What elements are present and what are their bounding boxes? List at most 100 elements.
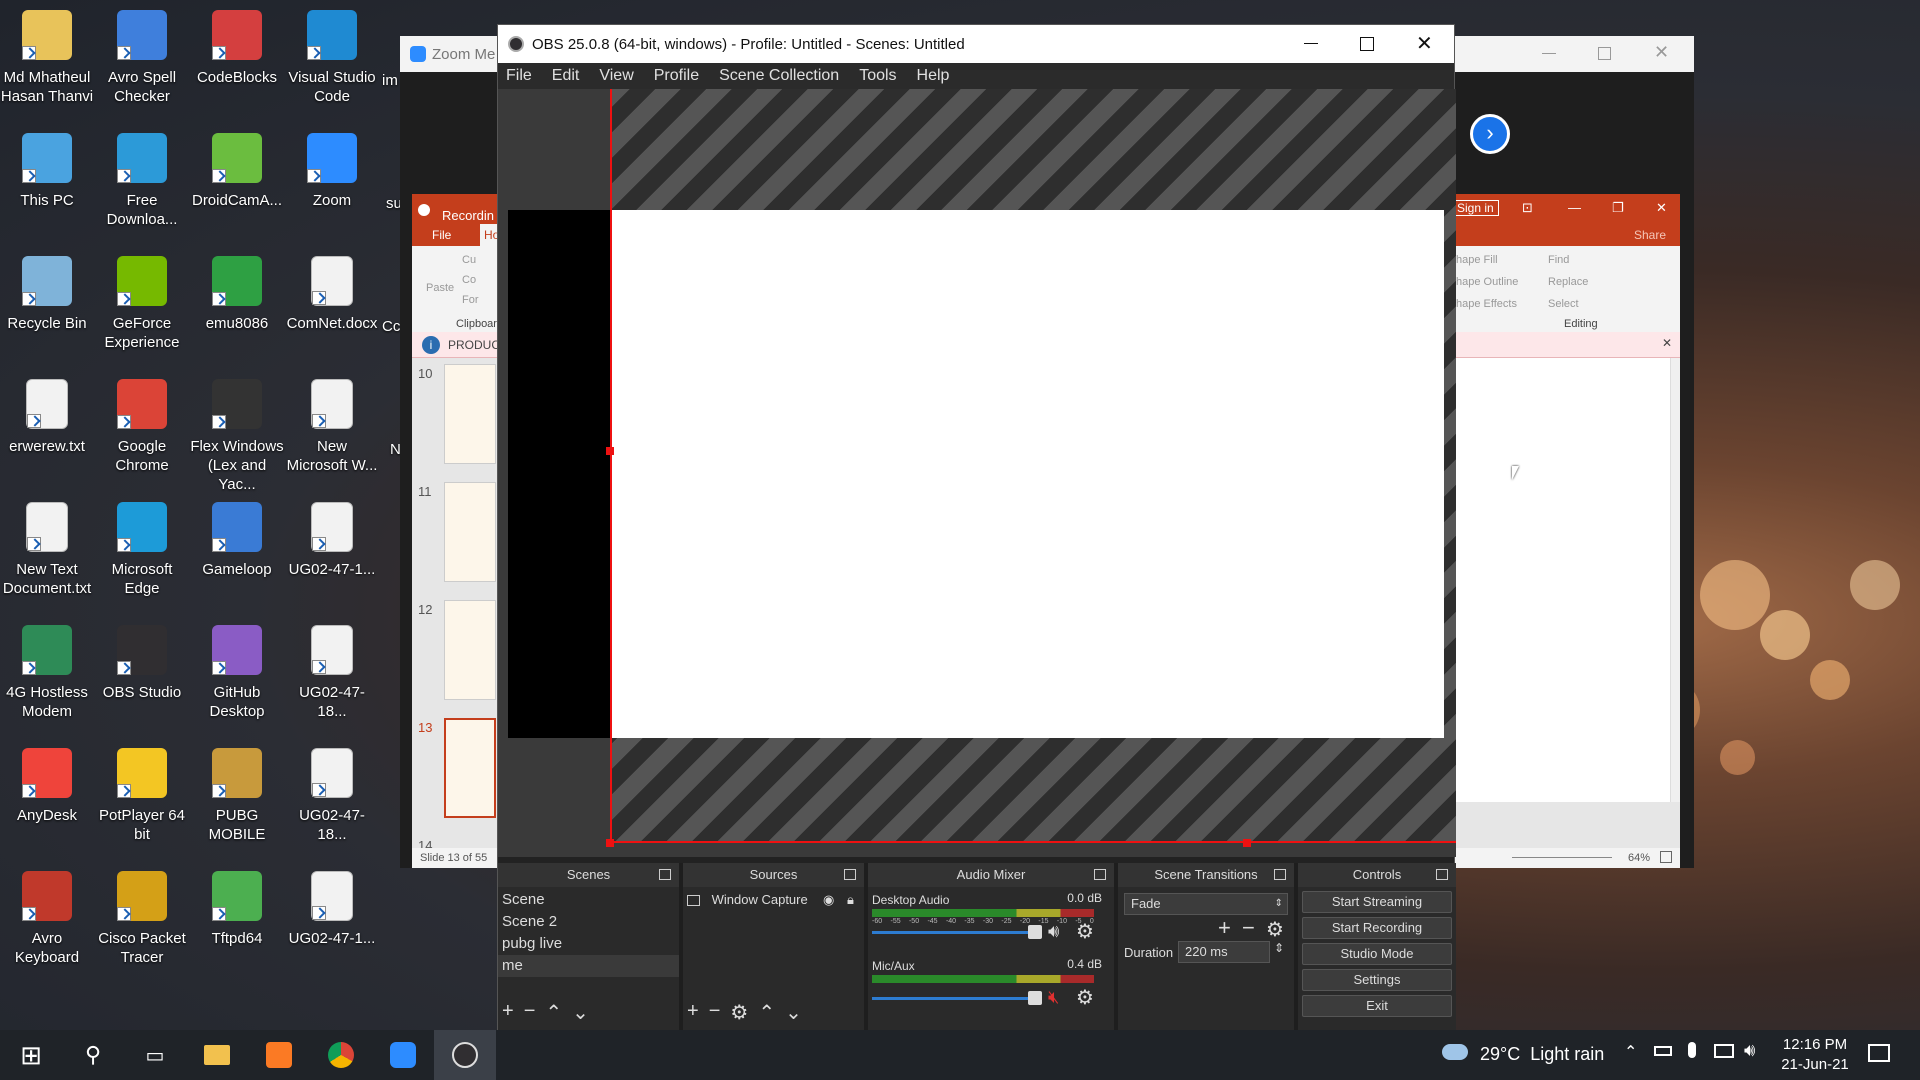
shape-fill-button[interactable]: hape Fill [1456, 254, 1498, 266]
move-up-icon[interactable]: ⌃ [545, 1000, 562, 1025]
source-item[interactable]: Window Capture ◉ 🔒︎ [683, 889, 864, 911]
desktop-icon[interactable]: Tftpd64 [190, 865, 284, 983]
menu-profile[interactable]: Profile [654, 67, 699, 85]
scene-item[interactable]: pubg live [498, 933, 679, 955]
start-button[interactable]: ⊞ [0, 1030, 62, 1080]
lock-icon[interactable]: 🔒︎ [847, 889, 854, 911]
desktop-icon[interactable]: Gameloop [190, 496, 284, 614]
undock-icon[interactable] [1436, 869, 1448, 880]
minimize-icon[interactable]: — [1568, 200, 1581, 215]
volume-slider[interactable] [872, 931, 1032, 934]
move-down-icon[interactable]: ⌄ [572, 1000, 589, 1025]
desktop-icon[interactable]: PotPlayer 64 bit [95, 742, 189, 860]
scene-item[interactable]: Scene [498, 889, 679, 911]
menu-edit[interactable]: Edit [552, 67, 580, 85]
chrome-icon[interactable] [310, 1030, 372, 1080]
replace-button[interactable]: Replace [1548, 276, 1588, 288]
search-icon[interactable]: ⚲ [62, 1030, 124, 1080]
resize-handle[interactable] [1243, 839, 1251, 847]
menu-view[interactable]: View [599, 67, 633, 85]
desktop-icon[interactable]: This PC [0, 127, 94, 245]
slide-thumbnail[interactable] [444, 364, 496, 464]
close-icon[interactable]: ✕ [1656, 200, 1667, 216]
gear-icon[interactable]: ⚙ [1076, 919, 1094, 944]
desktop-icon[interactable]: erwerew.txt [0, 373, 94, 491]
volume-icon[interactable]: 🔊︎ [1744, 1040, 1755, 1061]
desktop-icon[interactable]: Visual Studio Code [285, 4, 379, 122]
desktop-icon[interactable]: New Text Document.txt [0, 496, 94, 614]
start-recording-button[interactable]: Start Recording [1302, 917, 1452, 939]
zoom-level[interactable]: 64% [1628, 852, 1650, 864]
find-button[interactable]: Find [1548, 254, 1569, 266]
desktop-icon[interactable]: 4G Hostless Modem [0, 619, 94, 737]
visibility-eye-icon[interactable]: ◉ [823, 889, 834, 911]
format-painter-button[interactable]: For [462, 294, 479, 306]
speaker-icon[interactable]: 🔊︎ [1048, 921, 1059, 942]
desktop-icon[interactable]: CodeBlocks [190, 4, 284, 122]
desktop-icon[interactable]: Flex Windows (Lex and Yac... [190, 373, 284, 493]
next-arrow-icon[interactable]: › [1470, 114, 1510, 154]
start-streaming-button[interactable]: Start Streaming [1302, 891, 1452, 913]
undock-icon[interactable] [844, 869, 856, 880]
zoom-icon[interactable] [372, 1030, 434, 1080]
menu-file[interactable]: File [506, 67, 532, 85]
desktop-icon[interactable]: OBS Studio [95, 619, 189, 737]
info-bar-close-icon[interactable]: ✕ [1662, 336, 1672, 350]
undock-icon[interactable] [1274, 869, 1286, 880]
cut-button[interactable]: Cu [462, 254, 476, 266]
file-explorer-icon[interactable] [186, 1030, 248, 1080]
clock-date[interactable]: 21-Jun-21 [1780, 1056, 1850, 1073]
remove-icon[interactable]: − [1242, 915, 1255, 941]
show-hidden-icons-icon[interactable]: ⌃ [1624, 1042, 1637, 1062]
desktop-icon[interactable]: UG02-47-1... [285, 865, 379, 983]
select-button[interactable]: Select [1548, 298, 1579, 310]
slide-thumbnail[interactable] [444, 718, 496, 818]
desktop-icon[interactable]: UG02-47-1... [285, 496, 379, 614]
desktop-icon[interactable]: AnyDesk [0, 742, 94, 860]
sign-in-button[interactable]: Sign in [1452, 200, 1499, 216]
scene-item-selected[interactable]: me [498, 955, 679, 977]
desktop-icon[interactable]: Avro Keyboard [0, 865, 94, 983]
scene-item[interactable]: Scene 2 [498, 911, 679, 933]
menu-help[interactable]: Help [917, 67, 950, 85]
desktop-icon[interactable]: GitHub Desktop [190, 619, 284, 737]
desktop-icon[interactable]: Zoom [285, 127, 379, 245]
volume-slider[interactable] [872, 997, 1032, 1000]
notifications-icon[interactable] [1868, 1044, 1890, 1062]
desktop-icon[interactable]: Avro Spell Checker [95, 4, 189, 122]
obs-icon[interactable] [434, 1030, 496, 1080]
gear-icon[interactable]: ⚙ [1266, 917, 1284, 942]
slide-thumbnail[interactable] [444, 482, 496, 582]
slide-thumbnails[interactable]: 10 11 12 13 14 [412, 358, 498, 853]
desktop-icon[interactable]: Recycle Bin [0, 250, 94, 368]
desktop-icon[interactable]: Google Chrome [95, 373, 189, 491]
slide-thumbnail[interactable] [444, 600, 496, 700]
settings-button[interactable]: Settings [1302, 969, 1452, 991]
copy-button[interactable]: Co [462, 274, 476, 286]
desktop-icon[interactable]: emu8086 [190, 250, 284, 368]
obs-title-bar[interactable]: OBS 25.0.8 (64-bit, windows) - Profile: … [498, 25, 1454, 63]
shape-outline-button[interactable]: hape Outline [1456, 276, 1518, 288]
exit-button[interactable]: Exit [1302, 995, 1452, 1017]
share-button[interactable]: Share [1634, 228, 1666, 242]
preview-canvas[interactable] [498, 89, 1456, 857]
gear-icon[interactable]: ⚙ [730, 1000, 748, 1025]
xampp-icon[interactable] [248, 1030, 310, 1080]
tab-file[interactable]: File [432, 228, 451, 242]
zoom-slider[interactable] [1512, 857, 1612, 858]
remove-icon[interactable]: − [709, 1000, 721, 1025]
remove-icon[interactable]: − [524, 1000, 536, 1025]
desktop-icon[interactable]: ComNet.docx [285, 250, 379, 368]
maximize-button[interactable] [1360, 37, 1374, 51]
menu-tools[interactable]: Tools [859, 67, 896, 85]
ribbon-display-icon[interactable]: ⊡ [1522, 200, 1533, 216]
close-button[interactable]: ✕ [1416, 31, 1433, 56]
battery-icon[interactable] [1654, 1046, 1672, 1056]
desktop-icon[interactable]: PUBG MOBILE [190, 742, 284, 860]
move-down-icon[interactable]: ⌄ [785, 1000, 802, 1025]
slide-editor[interactable] [1456, 358, 1670, 802]
undock-icon[interactable] [1094, 869, 1106, 880]
desktop-icon[interactable]: DroidCamA... [190, 127, 284, 245]
close-icon[interactable]: ✕ [1654, 42, 1669, 63]
studio-mode-button[interactable]: Studio Mode [1302, 943, 1452, 965]
